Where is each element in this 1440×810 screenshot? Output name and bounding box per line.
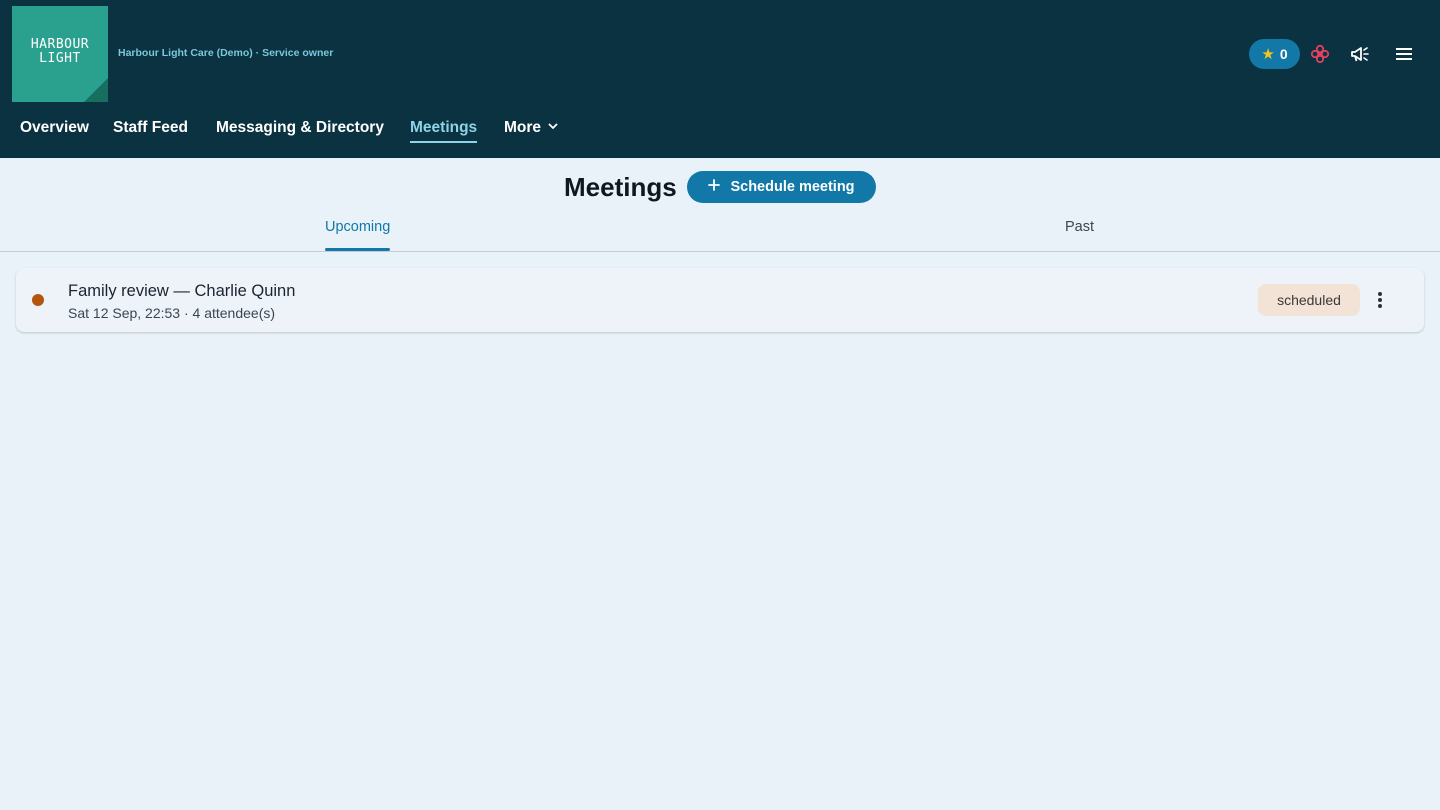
star-icon: ★ (1261, 45, 1275, 63)
nav-item-messaging-directory[interactable]: Messaging & Directory (216, 119, 384, 137)
top-bar: HARBOUR LIGHT Harbour Light Care (Demo) … (0, 0, 1440, 158)
meeting-list-item[interactable]: Family review — Charlie Quinn Sat 12 Sep… (16, 268, 1424, 332)
logo-text: HARBOUR LIGHT (30, 37, 90, 66)
nav-item-meetings[interactable]: Meetings (410, 119, 478, 143)
status-badge: scheduled (1258, 284, 1360, 316)
nav-item-overview[interactable]: Overview (20, 119, 89, 137)
meeting-details: Sat 12 Sep, 22:53 · 4 attendee(s) (68, 305, 276, 321)
more-options-icon[interactable] (1368, 286, 1392, 314)
status-dot-icon (32, 294, 44, 306)
nav-more-label: More (504, 119, 542, 136)
schedule-meeting-label: Schedule meeting (730, 179, 855, 195)
chevron-down-icon (547, 119, 559, 137)
care-flower-icon[interactable] (1308, 42, 1332, 66)
main-nav: Overview Staff Feed Messaging & Director… (0, 112, 800, 146)
schedule-meeting-button[interactable]: Schedule meeting (687, 171, 876, 203)
nav-item-more[interactable]: More (504, 119, 559, 137)
menu-icon[interactable] (1392, 42, 1416, 66)
meeting-tabs: Upcoming Past (0, 210, 1440, 252)
meeting-title: Family review — Charlie Quinn (68, 282, 296, 300)
star-count: 0 (1279, 46, 1288, 62)
harbour-light-logo[interactable]: HARBOUR LIGHT (12, 6, 108, 102)
tab-upcoming[interactable]: Upcoming (325, 219, 391, 251)
organisation-label: Harbour Light Care (Demo) · Service owne… (118, 47, 334, 59)
nav-item-staff-feed[interactable]: Staff Feed (113, 119, 188, 137)
plus-icon (708, 179, 721, 195)
stars-badge[interactable]: ★ 0 (1249, 39, 1300, 69)
page-header: Meetings Schedule meeting (0, 158, 1440, 216)
announcement-icon[interactable] (1348, 42, 1372, 66)
page-title: Meetings (564, 172, 677, 202)
tab-past[interactable]: Past (1065, 219, 1094, 235)
